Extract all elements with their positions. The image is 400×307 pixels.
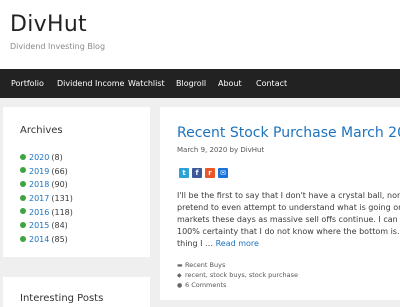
tag-link[interactable]: recent — [185, 271, 206, 279]
bullet-icon — [20, 221, 26, 228]
post-title[interactable]: Recent Stock Purchase March 2020 — [177, 125, 400, 141]
post-footer-meta: ▬ Recent Buys ◆ recent, stock buys, stock … — [177, 260, 298, 290]
archive-item: 2020 (8) — [20, 151, 73, 165]
archive-count: (131) — [51, 194, 73, 204]
comment-icon: ● — [177, 282, 183, 289]
nav-item-dividend-income[interactable]: Dividend Income — [57, 69, 124, 98]
excerpt-line: I'll be the first to say that I don't ha… — [177, 191, 400, 200]
comments-row: ● 6 Comments — [177, 280, 298, 290]
archive-count: (90) — [51, 180, 68, 190]
archive-year-link[interactable]: 2016 — [29, 208, 49, 217]
interesting-posts-widget: Interesting Posts — [3, 277, 150, 307]
excerpt-line: 100% certainty that I do not know where … — [177, 227, 400, 236]
twitter-share-icon[interactable]: t — [179, 168, 189, 178]
post-article: Recent Stock Purchase March 2020 March 9… — [160, 107, 400, 300]
archive-count: (66) — [51, 166, 68, 176]
main-navigation: Portfolio Dividend Income Watchlist Blog… — [0, 69, 400, 98]
excerpt-line: pretend to even attempt to understand wh… — [177, 203, 400, 212]
archive-item: 2015 (84) — [20, 219, 73, 233]
tag-link[interactable]: stock purchase — [249, 271, 298, 279]
category-row: ▬ Recent Buys — [177, 260, 298, 270]
comments-link[interactable]: 6 Comments — [185, 281, 226, 289]
bullet-icon — [20, 180, 26, 187]
bullet-icon — [20, 208, 26, 215]
bullet-icon — [20, 194, 26, 201]
archive-item: 2018 (90) — [20, 178, 73, 192]
excerpt-line-last: thing I … Read more — [177, 238, 400, 250]
interesting-posts-title: Interesting Posts — [20, 293, 104, 304]
archive-count: (118) — [51, 207, 73, 217]
nav-item-contact[interactable]: Contact — [256, 69, 287, 98]
tag-link[interactable]: stock buys — [210, 271, 245, 279]
facebook-share-icon[interactable]: f — [192, 168, 202, 178]
nav-item-portfolio[interactable]: Portfolio — [11, 69, 44, 98]
archives-widget: Archives 2020 (8) 2019 (66) 2018 (90) 2017(… — [3, 107, 150, 257]
post-meta: March 9, 2020 by DivHut — [177, 146, 265, 154]
bullet-icon — [20, 153, 26, 160]
reddit-share-icon[interactable]: r — [205, 168, 215, 178]
archive-count: (85) — [51, 235, 68, 245]
site-tagline: Dividend Investing Blog — [10, 42, 106, 51]
read-more-link[interactable]: Read more — [216, 239, 259, 248]
site-title[interactable]: DivHut — [10, 12, 87, 37]
archive-year-link[interactable]: 2019 — [29, 167, 49, 176]
archive-year-link[interactable]: 2018 — [29, 180, 49, 189]
bullet-icon — [20, 235, 26, 242]
email-share-icon[interactable]: ✉ — [218, 168, 228, 178]
category-link[interactable]: Recent Buys — [185, 261, 225, 269]
archives-title: Archives — [20, 125, 63, 136]
excerpt-line-text: thing I … — [177, 239, 216, 248]
archive-year-link[interactable]: 2020 — [29, 153, 49, 162]
archive-count: (8) — [51, 153, 63, 162]
archive-item: 2017 (131) — [20, 192, 73, 206]
excerpt-line: markets these days as massive sell offs … — [177, 215, 400, 224]
post-excerpt: I'll be the first to say that I don't ha… — [177, 190, 400, 250]
archives-list: 2020 (8) 2019 (66) 2018 (90) 2017 (131) 2016… — [20, 151, 73, 247]
site-header: DivHut Dividend Investing Blog — [0, 0, 400, 69]
tags-row: ◆ recent, stock buys, stock purchase — [177, 270, 298, 280]
archive-item: 2016 (118) — [20, 206, 73, 220]
archive-item: 2014 (85) — [20, 233, 73, 247]
nav-item-about[interactable]: About — [218, 69, 242, 98]
archive-year-link[interactable]: 2015 — [29, 221, 49, 230]
archive-item: 2019 (66) — [20, 165, 73, 179]
archive-year-link[interactable]: 2017 — [29, 194, 49, 203]
archive-year-link[interactable]: 2014 — [29, 235, 49, 244]
nav-item-blogroll[interactable]: Blogroll — [176, 69, 206, 98]
nav-item-watchlist[interactable]: Watchlist — [128, 69, 165, 98]
archive-count: (84) — [51, 221, 68, 231]
bullet-icon — [20, 167, 26, 174]
